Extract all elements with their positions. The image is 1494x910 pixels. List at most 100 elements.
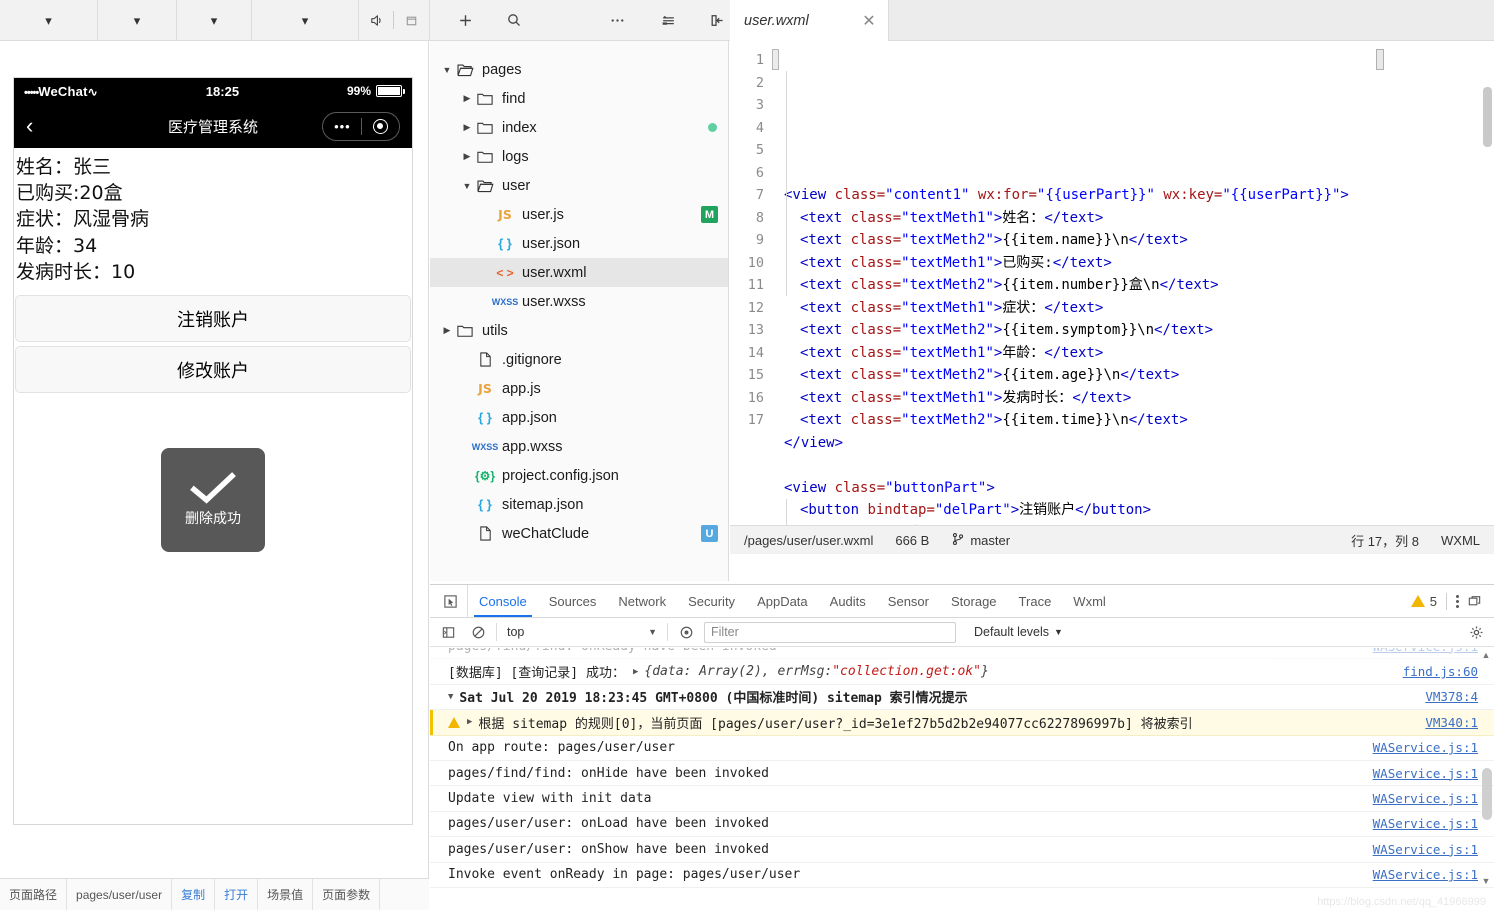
edit-account-button[interactable]: 修改账户 — [15, 346, 411, 394]
code-line[interactable]: <text class="textMeth1">症状：</text> — [778, 297, 1494, 320]
expand-triangle-icon[interactable]: ▶ — [467, 717, 472, 727]
tree-item-project-config-json[interactable]: {⚙} project.config.json — [430, 461, 728, 490]
tab-console[interactable]: Console — [468, 585, 538, 617]
back-icon[interactable]: ‹ — [26, 115, 56, 137]
chevron-right-icon[interactable]: ▶ — [460, 122, 474, 133]
console-filter-input[interactable]: Filter — [704, 621, 956, 643]
window-icon[interactable] — [394, 0, 428, 40]
code-line[interactable]: <text class="textMeth2">{{item.number}}盒… — [778, 274, 1494, 297]
chevron-down-icon[interactable]: ▼ — [460, 181, 474, 191]
tree-item-logs[interactable]: ▶ logs — [430, 142, 728, 171]
scroll-up-icon[interactable]: ▲ — [1481, 650, 1491, 660]
capsule-button[interactable]: ••• — [322, 111, 400, 141]
tree-item-user-js[interactable]: JS user.js M — [430, 200, 728, 229]
tree-item-utils[interactable]: ▶ utils — [430, 316, 728, 345]
expand-triangle-open-icon[interactable]: ▼ — [448, 692, 453, 702]
chevron-down-icon[interactable]: ▼ — [440, 65, 454, 75]
gear-icon[interactable] — [1464, 620, 1488, 644]
tab-audits[interactable]: Audits — [819, 585, 877, 617]
tab-storage[interactable]: Storage — [940, 585, 1008, 617]
console-source-link[interactable]: WAService.js:1 — [1359, 867, 1478, 882]
console-source-link[interactable]: find.js:60 — [1389, 664, 1478, 679]
tree-item-app-json[interactable]: { } app.json — [430, 403, 728, 432]
tree-item-index[interactable]: ▶ index — [430, 113, 728, 142]
clear-console-icon[interactable] — [466, 620, 490, 644]
tree-item-sitemap-json[interactable]: { } sitemap.json — [430, 490, 728, 519]
execution-context-select[interactable]: top ▼ — [503, 622, 661, 643]
tree-item-find[interactable]: ▶ find — [430, 84, 728, 113]
tree-item-user-json[interactable]: { } user.json — [430, 229, 728, 258]
tree-item-user-wxml[interactable]: < > user.wxml — [430, 258, 728, 287]
console-source-link[interactable]: WAService.js:1 — [1359, 816, 1478, 831]
code-line[interactable]: <text class="textMeth1">姓名：</text> — [778, 207, 1494, 230]
console-source-link[interactable]: WAService.js:1 — [1359, 648, 1478, 654]
tab-security[interactable]: Security — [677, 585, 746, 617]
toolbar-dropdown-1[interactable]: ▾ — [0, 0, 98, 40]
console-log-list[interactable]: pages/find/find: onReady have been invok… — [430, 648, 1494, 910]
console-message[interactable]: Invoke event onReady in page: pages/user… — [430, 863, 1494, 888]
detail-icon[interactable] — [655, 0, 682, 40]
code-line[interactable] — [778, 454, 1494, 477]
console-message[interactable]: [数据库] [查询记录] 成功： ▶ {data: Array(2), errMsg… — [430, 659, 1494, 685]
code-line[interactable]: <view class="buttonPart"> — [778, 477, 1494, 500]
console-message[interactable]: ▶ 根据 sitemap 的规则[0]，当前页面 [pages/user/user… — [430, 710, 1494, 736]
console-source-link[interactable]: WAService.js:1 — [1359, 740, 1478, 755]
console-source-link[interactable]: WAService.js:1 — [1359, 766, 1478, 781]
open-path-button[interactable]: 打开 — [215, 879, 259, 910]
more-icon[interactable] — [605, 0, 632, 40]
log-levels-select[interactable]: Default levels ▼ — [974, 625, 1063, 639]
code-line[interactable]: <text class="textMeth2">{{item.time}}\n<… — [778, 409, 1494, 432]
devtools-menu-icon[interactable] — [1456, 594, 1459, 608]
phone-simulator[interactable]: •••••WeChat∿ 18:25 99% ‹ 医疗管理系统 ••• 姓名：张… — [13, 77, 413, 825]
expand-triangle-icon[interactable]: ▶ — [633, 667, 638, 677]
tree-item-app-wxss[interactable]: WXSS app.wxss — [430, 432, 728, 461]
chevron-right-icon[interactable]: ▶ — [460, 93, 474, 104]
toolbar-dropdown-4[interactable]: ▾ — [252, 0, 359, 40]
source-code[interactable]: <view class="content1" wx:for="{{userPar… — [772, 41, 1494, 525]
copy-path-button[interactable]: 复制 — [172, 879, 216, 910]
tree-item-wechatclude[interactable]: weChatClude U — [430, 519, 728, 548]
speaker-icon[interactable] — [359, 0, 393, 40]
console-message[interactable]: pages/user/user: onLoad have been invoke… — [430, 812, 1494, 838]
plus-icon[interactable] — [452, 0, 479, 40]
tab-appdata[interactable]: AppData — [746, 585, 819, 617]
code-line[interactable]: <view class="content1" wx:for="{{userPar… — [778, 184, 1494, 207]
console-source-link[interactable]: WAService.js:1 — [1359, 791, 1478, 806]
console-message[interactable]: pages/find/find: onHide have been invoke… — [430, 761, 1494, 787]
console-source-link[interactable]: VM378:4 — [1411, 689, 1478, 704]
warning-counter[interactable]: 5 — [1410, 594, 1437, 609]
console-settings-eye-icon[interactable] — [674, 620, 698, 644]
file-explorer[interactable]: ▼ pages ▶ find ▶ index ▶ logs ▼ user JS user.js M { }… — [430, 41, 729, 581]
panel-collapse-icon[interactable] — [704, 0, 731, 40]
status-git-branch[interactable]: master — [951, 532, 1010, 549]
logout-account-button[interactable]: 注销账户 — [15, 295, 411, 343]
code-line[interactable]: </view> — [778, 432, 1494, 455]
toolbar-dropdown-3[interactable]: ▾ — [177, 0, 252, 40]
console-message[interactable]: Update view with init data WAService.js:1 — [430, 786, 1494, 812]
chevron-right-icon[interactable]: ▶ — [460, 151, 474, 162]
close-target-icon[interactable] — [372, 118, 388, 134]
toolbar-dropdown-2[interactable]: ▾ — [98, 0, 177, 40]
tree-item-user-wxss[interactable]: WXSS user.wxss — [430, 287, 728, 316]
code-line[interactable]: <text class="textMeth2">{{item.symptom}}… — [778, 319, 1494, 342]
tab-wxml[interactable]: Wxml — [1062, 585, 1117, 617]
code-line[interactable]: <text class="textMeth1">发病时长：</text> — [778, 387, 1494, 410]
console-message[interactable]: On app route: pages/user/user WAService.j… — [430, 736, 1494, 761]
tab-sensor[interactable]: Sensor — [877, 585, 940, 617]
editor-scrollbar-thumb[interactable] — [1483, 87, 1492, 147]
tab-sources[interactable]: Sources — [538, 585, 608, 617]
console-scrollbar-thumb[interactable] — [1482, 768, 1492, 820]
tab-trace[interactable]: Trace — [1008, 585, 1063, 617]
console-message[interactable]: pages/find/find: onReady have been invok… — [430, 648, 1494, 660]
code-line[interactable]: <button bindtap="delPart">注销账户</button> — [778, 499, 1494, 522]
chevron-right-icon[interactable]: ▶ — [440, 325, 454, 336]
code-line[interactable]: <text class="textMeth2">{{item.name}}\n<… — [778, 229, 1494, 252]
console-message[interactable]: ▼ Sat Jul 20 2019 18:23:45 GMT+0800 (中国标准… — [430, 685, 1494, 711]
tree-item-pages[interactable]: ▼ pages — [430, 55, 728, 84]
console-sidebar-icon[interactable] — [436, 620, 460, 644]
code-line[interactable]: <text class="textMeth2">{{item.age}}\n</… — [778, 364, 1494, 387]
tab-user-wxml[interactable]: user.wxml ✕ — [730, 0, 889, 41]
code-line[interactable]: <text class="textMeth1">年龄：</text> — [778, 342, 1494, 365]
close-icon[interactable]: ✕ — [860, 11, 878, 31]
search-icon[interactable] — [501, 0, 528, 40]
